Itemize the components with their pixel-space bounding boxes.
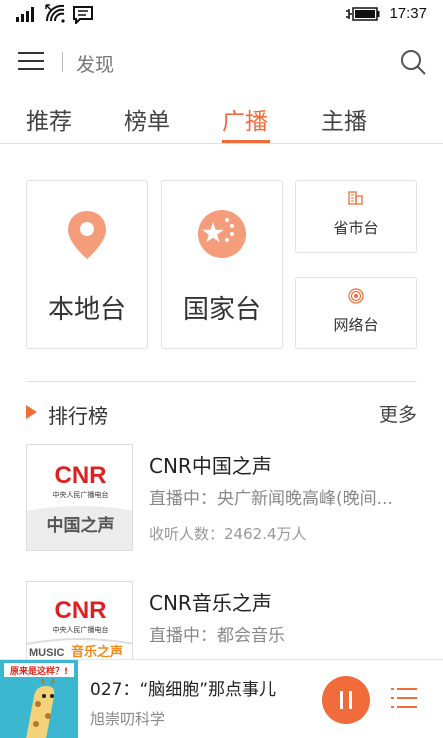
logo-brand: CNR <box>55 462 107 489</box>
mini-player[interactable]: 原来是这样？! 027：“脑细胞”那点事儿 旭崇叨科学 <box>0 659 443 738</box>
station-listeners: 收听人数：2462.4万人 <box>149 525 307 543</box>
pause-button[interactable] <box>322 676 370 724</box>
network-station-label: 网络台 <box>333 316 379 334</box>
network-station-tile[interactable]: 网络台 <box>295 277 417 349</box>
national-station-label: 国家台 <box>182 295 261 325</box>
broadcast-signal-icon <box>348 288 364 304</box>
tab-charts[interactable]: 榜单 <box>124 102 170 136</box>
wifi-icon <box>45 4 65 23</box>
logo-subtitle: 中央人民广播电台 <box>53 625 109 634</box>
track-artist: 旭崇叨科学 <box>90 710 166 728</box>
album-art[interactable]: 原来是这样？! <box>0 660 78 738</box>
title-separator <box>62 52 63 72</box>
station-name: CNR中国之声 <box>149 454 272 478</box>
search-icon[interactable] <box>399 48 427 76</box>
national-station-tile[interactable]: 国家台 <box>161 180 283 349</box>
provincial-station-tile[interactable]: 省市台 <box>295 180 417 253</box>
tab-hosts[interactable]: 主播 <box>321 102 367 136</box>
logo-channel: 中国之声 <box>47 515 115 536</box>
giraffe-cover-icon: 原来是这样？! <box>0 660 78 738</box>
section-divider <box>26 381 417 382</box>
track-title: 027：“脑细胞”那点事儿 <box>90 680 277 700</box>
list-item[interactable]: CNR 中央人民广播电台 中国之声 CNR中国之声 直播中：央广新闻晚高峰(晚间… <box>0 444 443 564</box>
tab-active-indicator <box>222 140 270 143</box>
tab-radio[interactable]: 广播 <box>222 102 268 136</box>
logo-prefix: MUSIC <box>29 647 65 659</box>
station-name: CNR音乐之声 <box>149 591 272 615</box>
cnr-logo-icon: CNR 中央人民广播电台 中国之声 <box>27 445 132 550</box>
clock: 17:37 <box>389 5 427 22</box>
playlist-icon[interactable] <box>390 684 418 712</box>
logo-channel: 音乐之声 <box>71 644 123 660</box>
local-station-label: 本地台 <box>47 295 126 325</box>
page-title: 发现 <box>76 54 115 76</box>
album-text: 原来是这样？! <box>10 665 68 677</box>
logo-brand: CNR <box>55 597 107 624</box>
more-link[interactable]: 更多 <box>379 400 417 427</box>
provincial-station-label: 省市台 <box>333 219 379 237</box>
city-buildings-icon <box>348 191 363 205</box>
menu-icon[interactable] <box>18 52 44 72</box>
tab-recommend[interactable]: 推荐 <box>26 102 72 136</box>
station-live-program: 直播中：央广新闻晚高峰(晚间... <box>149 489 393 509</box>
title-bar: 发现 <box>0 30 443 94</box>
logo-subtitle: 中央人民广播电台 <box>53 490 109 499</box>
ranking-title: 排行榜 <box>48 404 108 428</box>
station-live-program: 直播中：都会音乐 <box>149 626 285 646</box>
play-triangle-icon <box>26 405 37 419</box>
pause-icon <box>340 691 343 709</box>
message-icon <box>73 6 93 24</box>
pause-icon <box>349 691 352 709</box>
location-pin-icon <box>68 211 106 259</box>
battery-charging-icon <box>346 7 380 21</box>
national-flag-icon <box>198 210 246 258</box>
signal-icon <box>16 7 34 22</box>
station-logo: CNR 中央人民广播电台 中国之声 <box>26 444 133 551</box>
ranking-header: 排行榜 更多 <box>0 396 443 432</box>
tab-bar: 推荐 榜单 广播 主播 <box>0 98 443 144</box>
local-station-tile[interactable]: 本地台 <box>26 180 148 349</box>
status-bar: 17:37 <box>0 0 443 30</box>
